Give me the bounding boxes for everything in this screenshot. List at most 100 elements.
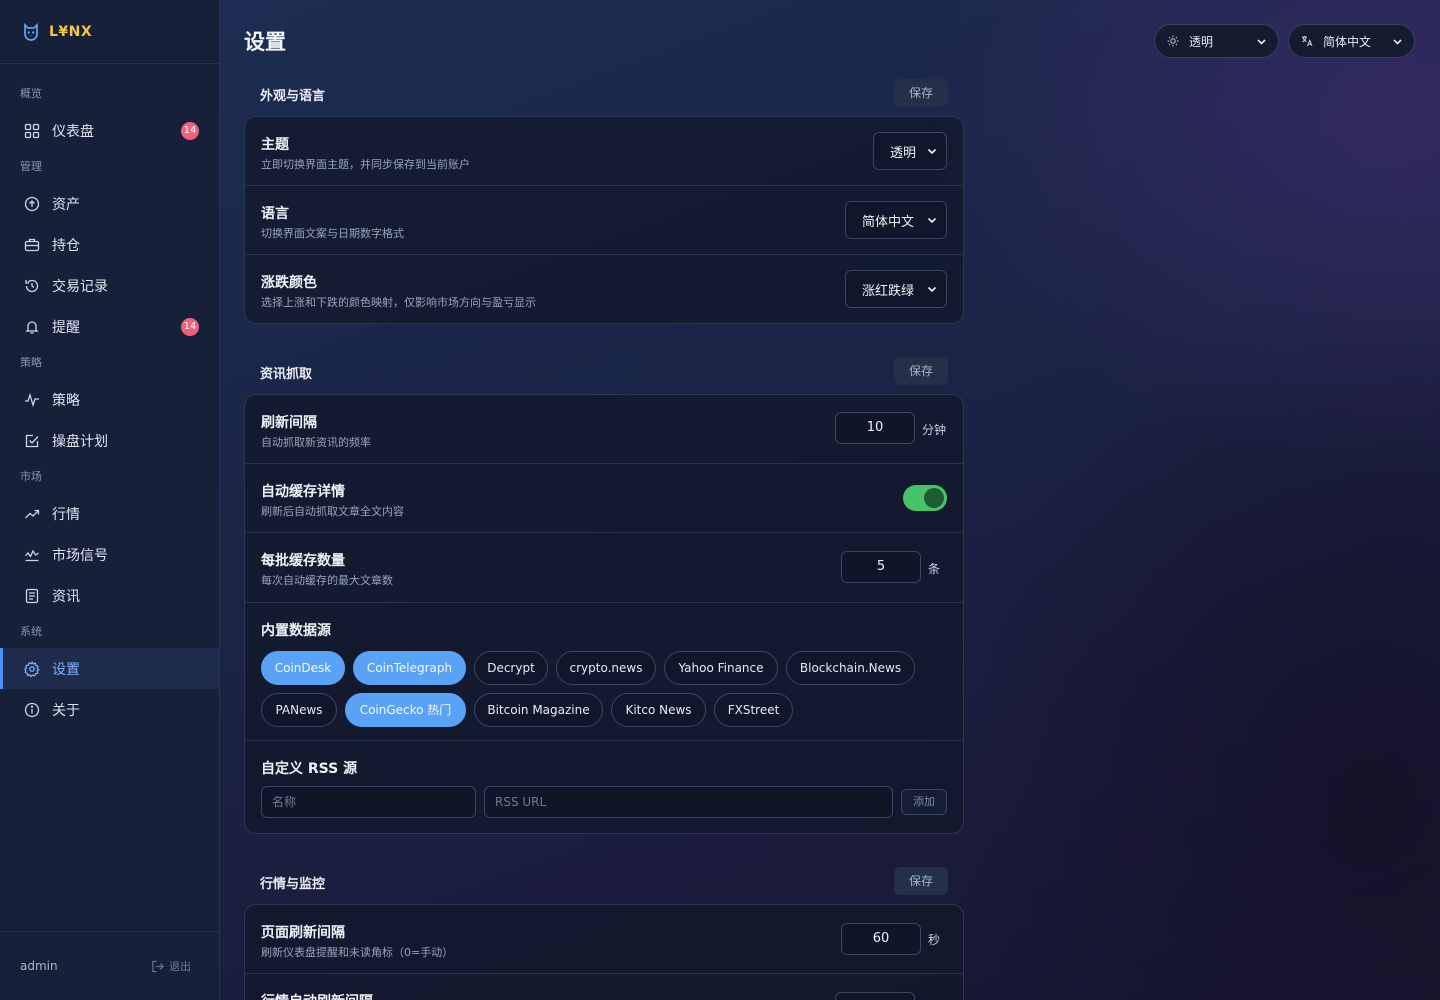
- batch-input[interactable]: 5: [841, 551, 921, 583]
- nav-section-strategy: 策略: [20, 356, 42, 369]
- sidebar-item-assets[interactable]: 资产: [0, 183, 219, 224]
- rss-url-input[interactable]: RSS URL: [484, 786, 893, 818]
- interval-input[interactable]: 10: [835, 412, 915, 444]
- rss-name-input[interactable]: 名称: [261, 786, 476, 818]
- row-desc: 刷新后自动抓取文章全文内容: [261, 505, 404, 518]
- chevron-down-icon: [927, 284, 937, 294]
- language-switcher[interactable]: 简体中文: [1288, 24, 1415, 58]
- source-chip[interactable]: crypto.news: [556, 651, 656, 685]
- trend-up-icon: [24, 506, 40, 522]
- chevron-down-icon: [927, 146, 937, 156]
- logout-button[interactable]: 退出: [151, 958, 191, 974]
- page-refresh-row: 页面刷新间隔 刷新仪表盘提醒和未读角标（0=手动） 60 秒: [245, 905, 963, 974]
- row-title: 页面刷新间隔: [261, 925, 345, 941]
- page-title: 设置: [244, 30, 286, 54]
- batch-unit: 条: [928, 562, 941, 576]
- source-chip[interactable]: CoinGecko 热门: [345, 693, 466, 727]
- chevron-down-icon: [927, 215, 937, 225]
- row-desc: 切换界面文案与日期数字格式: [261, 227, 404, 240]
- chevron-down-icon: [1392, 36, 1403, 47]
- auto-cache-toggle[interactable]: [903, 485, 947, 511]
- color-mapping-select[interactable]: 涨红跌绿: [845, 270, 947, 308]
- appearance-save-button[interactable]: 保存: [894, 79, 948, 107]
- rss-add-button[interactable]: 添加: [901, 789, 947, 815]
- interval-unit: 分钟: [922, 423, 947, 437]
- sidebar-item-label: 关于: [52, 702, 80, 719]
- sidebar-item-label: 策略: [52, 392, 80, 409]
- translate-icon: [1301, 35, 1313, 47]
- quote-refresh-input[interactable]: [835, 992, 915, 1000]
- alerts-badge: 14: [181, 318, 199, 336]
- info-icon: [24, 702, 40, 718]
- toggle-knob: [924, 488, 944, 508]
- select-value: 简体中文: [862, 214, 915, 230]
- source-chip[interactable]: Blockchain.News: [786, 651, 915, 685]
- row-title: 涨跌颜色: [261, 275, 317, 291]
- source-chip[interactable]: Yahoo Finance: [664, 651, 778, 685]
- sidebar-item-alerts[interactable]: 提醒 14: [0, 306, 219, 347]
- sidebar-item-plans[interactable]: 操盘计划: [0, 420, 219, 461]
- source-chip[interactable]: CoinTelegraph: [353, 651, 466, 685]
- sidebar-footer: admin 退出: [0, 931, 219, 1000]
- nav-section-market: 市场: [20, 470, 42, 483]
- grid-icon: [24, 123, 40, 139]
- language-select[interactable]: 简体中文: [845, 201, 947, 239]
- select-value: 透明: [890, 145, 917, 161]
- sidebar-item-positions[interactable]: 持仓: [0, 224, 219, 265]
- row-title: 每批缓存数量: [261, 553, 345, 569]
- main-content: 设置 透明 简体中文 外观与语言 保存 主题 立即切换界面主题，并同步保存到当前…: [220, 0, 1440, 1000]
- nav-section-system: 系统: [20, 625, 42, 638]
- row-desc: 立即切换界面主题，并同步保存到当前账户: [261, 158, 470, 171]
- lynx-logo-icon: [22, 22, 40, 41]
- row-title: 刷新间隔: [261, 415, 317, 431]
- source-chip[interactable]: Decrypt: [474, 651, 548, 685]
- page-refresh-input[interactable]: 60: [841, 923, 921, 955]
- pulse-icon: [24, 392, 40, 408]
- sidebar-item-label: 资讯: [52, 588, 80, 605]
- chevron-down-icon: [1256, 36, 1267, 47]
- briefcase-icon: [24, 237, 40, 253]
- sidebar-item-trades[interactable]: 交易记录: [0, 265, 219, 306]
- sidebar-item-settings[interactable]: 设置: [0, 648, 219, 689]
- sidebar-item-signals[interactable]: 市场信号: [0, 534, 219, 575]
- theme-switcher[interactable]: 透明: [1154, 24, 1279, 58]
- source-chip[interactable]: FXStreet: [714, 693, 793, 727]
- dashboard-badge: 14: [181, 122, 199, 140]
- monitor-section-header: 行情与监控 保存: [260, 867, 948, 895]
- select-value: 涨红跌绿: [862, 283, 915, 299]
- sidebar-item-label: 设置: [52, 661, 80, 678]
- sidebar-item-quotes[interactable]: 行情: [0, 493, 219, 534]
- sidebar-item-label: 资产: [52, 196, 80, 213]
- row-title: 主题: [261, 137, 289, 153]
- row-title: 行情自动刷新间隔: [261, 991, 373, 1000]
- monitor-card: 页面刷新间隔 刷新仪表盘提醒和未读角标（0=手动） 60 秒 行情自动刷新间隔: [244, 904, 964, 1000]
- source-chip[interactable]: CoinDesk: [261, 651, 345, 685]
- sidebar-item-strategies[interactable]: 策略: [0, 379, 219, 420]
- section-title: 外观与语言: [260, 89, 326, 104]
- sidebar: L¥NX 概览 仪表盘 14 管理 资产 持仓 交易记录 提醒 14 策略 策略…: [0, 0, 220, 1000]
- source-chip[interactable]: Bitcoin Magazine: [474, 693, 603, 727]
- source-chip[interactable]: PANews: [261, 693, 337, 727]
- brand[interactable]: L¥NX: [0, 0, 219, 64]
- rss-row: 自定义 RSS 源 名称 RSS URL 添加: [245, 741, 963, 833]
- gear-icon: [24, 660, 40, 677]
- news-save-button[interactable]: 保存: [894, 357, 948, 385]
- sidebar-item-label: 交易记录: [52, 278, 108, 295]
- theme-select[interactable]: 透明: [873, 132, 947, 170]
- monitor-save-button[interactable]: 保存: [894, 867, 948, 895]
- sidebar-item-label: 仪表盘: [52, 123, 94, 140]
- news-section-header: 资讯抓取 保存: [260, 357, 948, 385]
- sidebar-item-about[interactable]: 关于: [0, 689, 219, 730]
- row-desc: 刷新仪表盘提醒和未读角标（0=手动）: [261, 946, 454, 959]
- sidebar-item-news[interactable]: 资讯: [0, 575, 219, 616]
- sidebar-item-label: 操盘计划: [52, 433, 108, 450]
- sidebar-item-label: 提醒: [52, 319, 80, 336]
- source-chip[interactable]: Kitco News: [611, 693, 706, 727]
- news-card: 刷新间隔 自动抓取新资讯的频率 10 分钟 自动缓存详情 刷新后自动抓取文章全文…: [244, 394, 964, 834]
- theme-switcher-value: 透明: [1189, 34, 1214, 49]
- sidebar-item-label: 持仓: [52, 237, 80, 254]
- row-title: 自动缓存详情: [261, 484, 345, 500]
- upload-circle-icon: [24, 196, 40, 212]
- sidebar-item-dashboard[interactable]: 仪表盘 14: [0, 110, 219, 151]
- section-title: 行情与监控: [260, 877, 326, 892]
